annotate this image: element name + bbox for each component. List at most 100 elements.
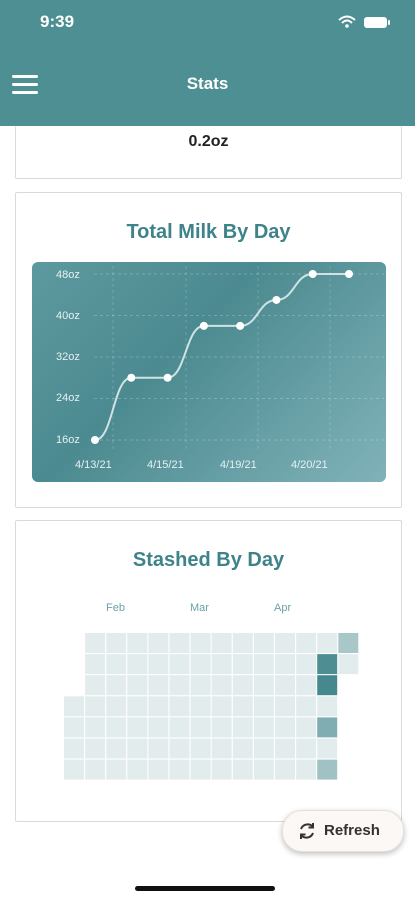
heatmap-cell [296,759,317,780]
heatmap-cell [85,738,106,759]
heatmap-cell-filled [317,717,338,738]
refresh-button[interactable]: Refresh [282,810,404,852]
total-milk-chart: 48oz 40oz 32oz 24oz 16oz 4/13/21 4/15/21… [56,266,384,471]
heatmap-cell [169,675,190,696]
data-point [127,373,136,382]
data-point [308,270,317,278]
heatmap-cell [211,633,232,653]
heatmap-cell-filled [338,633,359,653]
heatmap-cell [275,759,295,780]
heatmap-cell [169,717,190,738]
heatmap-cell [232,738,253,759]
heatmap-cell [106,717,127,738]
heatmap-cell [253,759,274,780]
heatmap-cell [85,717,106,738]
total-milk-title: Total Milk By Day [126,221,291,243]
heatmap-cell [275,738,295,759]
heatmap-cell [85,759,106,780]
heatmap-cell-filled [317,759,338,780]
heatmap-cell [85,633,106,653]
heatmap-cell [317,738,338,759]
heatmap-cell [253,654,274,675]
refresh-label: Refresh [324,822,380,839]
heatmap-cell-filled [317,675,338,696]
heatmap-cell [232,633,253,653]
heatmap-cell [232,696,253,717]
data-point [91,436,99,444]
stat-value: 0.2oz [188,133,229,150]
heatmap-cell [169,696,190,717]
stashed-card: Stashed By Day Feb Mar Apr [15,520,402,822]
status-bar: 9:39 [0,0,415,46]
heatmap-cell [296,654,317,675]
heatmap-cell [127,654,148,675]
heatmap-cell-filled [317,654,338,675]
heatmap-cell [275,633,295,653]
navbar: Stats [0,46,415,126]
heatmap-cell [190,717,211,738]
heatmap-cell [253,696,274,717]
heatmap-cell [85,696,106,717]
heatmap-cell [127,675,148,696]
heatmap-cell [232,675,253,696]
chart-panel: 48oz 40oz 32oz 24oz 16oz 4/13/21 4/15/21… [32,262,386,482]
heatmap-cell [211,675,232,696]
heatmap-cell [127,696,148,717]
y-tick-label: 48oz [56,269,80,281]
home-indicator [135,886,275,891]
heatmap-cell [190,738,211,759]
heatmap-cell [106,738,127,759]
wifi-battery-icon [338,15,390,28]
heatmap-cell [211,759,232,780]
x-tick-label: 4/15/21 [147,459,184,471]
heatmap-cell [169,759,190,780]
heatmap-cell [106,675,127,696]
heatmap-cell [296,738,317,759]
month-label: Feb [106,602,125,614]
status-time: 9:39 [40,12,75,31]
heatmap-cell [148,717,169,738]
heatmap-cell [190,633,211,653]
heatmap-cell [296,717,317,738]
y-tick-label: 24oz [56,392,80,404]
heatmap-cell [253,633,274,653]
heatmap-cell [64,696,84,717]
heatmap-cell [296,633,317,653]
month-label: Apr [274,602,291,614]
heatmap-cell [211,738,232,759]
data-point [272,295,281,304]
heatmap-cell [253,738,274,759]
heatmap-cell [64,759,84,780]
heatmap-cell [190,759,211,780]
stashed-title: Stashed By Day [132,549,285,571]
heatmap-cell [211,717,232,738]
y-tick-label: 40oz [56,310,80,322]
heatmap-cell [232,717,253,738]
heatmap-cell [232,654,253,675]
heatmap-cell [148,633,169,653]
heatmap-cell [106,759,127,780]
heatmap-cell [127,759,148,780]
heatmap-cell [169,654,190,675]
heatmap-cell [148,675,169,696]
heatmap-cell [296,696,317,717]
heatmap-cell [148,654,169,675]
heatmap-cell [211,654,232,675]
heatmap-cell [127,633,148,653]
data-point [345,270,353,278]
heatmap-cell [106,696,127,717]
heatmap-cell [190,654,211,675]
heatmap-cell [275,654,295,675]
heatmap-cell [211,696,232,717]
heatmap-cell [253,675,274,696]
heatmap-cell [169,633,190,653]
heatmap-cell [275,675,295,696]
heatmap-cell [275,717,295,738]
y-tick-label: 16oz [56,434,80,446]
heatmap-cell [253,717,274,738]
heatmap-cell [317,633,338,653]
data-point [199,321,208,330]
total-milk-card: Total Milk By Day 48oz 40oz 32oz 24oz 16… [15,192,402,508]
heatmap-cell [148,738,169,759]
heatmap-cell [64,717,84,738]
